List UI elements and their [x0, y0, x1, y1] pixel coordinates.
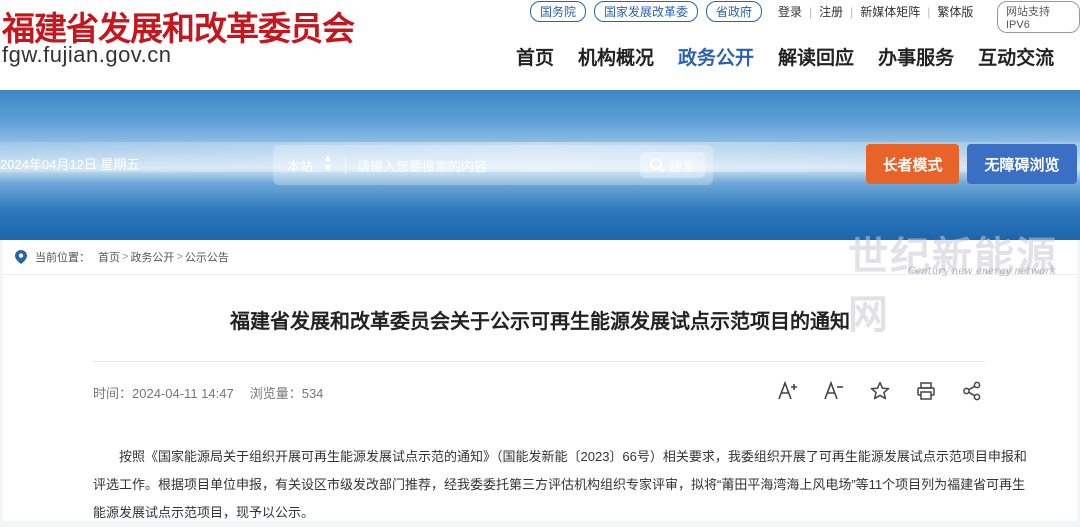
article-body: 按照《国家能源局关于组织开展可再生能源发展试点示范的通知》（国能发新能〔2023… — [93, 443, 1033, 527]
search-bar: 本站 ▲▼ 搜索 — [273, 145, 713, 185]
link-ndrc[interactable]: 国家发展改革委 — [594, 1, 699, 22]
nav-interpretation[interactable]: 解读回应 — [778, 43, 854, 70]
scope-sort-icon[interactable]: ▲ ▼ — [323, 154, 333, 174]
divider: | — [809, 4, 813, 19]
search-scope-select[interactable]: 本站 — [287, 156, 313, 175]
search-input[interactable] — [355, 153, 629, 179]
elder-mode-button[interactable]: 长者模式 — [866, 144, 959, 184]
accessible-mode-button[interactable]: 无障碍浏览 — [967, 144, 1077, 184]
breadcrumb-notices[interactable]: 公示公告 — [185, 249, 229, 265]
search-button-label: 搜索 — [669, 158, 696, 174]
article-tools — [776, 379, 984, 403]
divider: | — [927, 4, 931, 19]
title-divider — [93, 361, 985, 362]
publish-time: 时间：2024-04-11 14:47 — [93, 386, 234, 401]
external-links: 国务院 国家发展改革委 省政府 — [530, 1, 763, 22]
site-logo-url: fgw.fujian.gov.cn — [2, 42, 172, 67]
nav-services[interactable]: 办事服务 — [878, 43, 954, 70]
search-icon — [650, 158, 665, 173]
star-icon[interactable] — [868, 379, 892, 403]
location-pin-icon — [15, 250, 27, 264]
new-media-link[interactable]: 新媒体矩阵 — [860, 3, 920, 20]
nav-about[interactable]: 机构概况 — [578, 43, 654, 70]
article-paragraph: 按照《国家能源局关于组织开展可再生能源发展试点示范的通知》（国能发新能〔2023… — [93, 449, 1027, 520]
breadcrumb-separator: > — [176, 251, 183, 263]
print-icon[interactable] — [914, 379, 938, 403]
nav-home[interactable]: 首页 — [516, 43, 554, 70]
main-nav: 首页 机构概况 政务公开 解读回应 办事服务 互动交流 — [516, 43, 1054, 70]
watermark-sub: Century new energy network — [907, 266, 1056, 277]
breadcrumb-label: 当前位置： — [35, 252, 90, 264]
breadcrumb-gov-affairs[interactable]: 政务公开 — [130, 249, 174, 265]
current-date: 2024年04月12日 星期五 — [0, 157, 140, 172]
share-icon[interactable] — [960, 379, 984, 403]
watermark-logo: 世纪新能源网 Century new energy network — [848, 210, 1078, 338]
traditional-chinese-link[interactable]: 繁体版 — [937, 3, 973, 20]
login-link[interactable]: 登录 — [778, 3, 802, 20]
divider: | — [850, 4, 854, 19]
site-header: 福建省发展和改革委员会 fgw.fujian.gov.cn 国务院 国家发展改革… — [0, 0, 1080, 90]
register-link[interactable]: 注册 — [819, 3, 843, 20]
font-decrease-icon[interactable] — [822, 379, 846, 403]
ipv6-badge: 网站支持IPV6 — [997, 1, 1080, 33]
font-increase-icon[interactable] — [776, 379, 800, 403]
nav-gov-affairs[interactable]: 政务公开 — [678, 43, 754, 70]
user-links: 登录 | 注册 | 新媒体矩阵 | 繁体版 — [778, 3, 973, 20]
breadcrumb-home[interactable]: 首页 — [98, 249, 120, 265]
nav-interaction[interactable]: 互动交流 — [978, 43, 1054, 70]
divider — [345, 156, 346, 174]
link-state-council[interactable]: 国务院 — [530, 1, 587, 22]
link-provincial-gov[interactable]: 省政府 — [706, 1, 763, 22]
article-meta: 时间：2024-04-11 14:47 浏览量：534 — [93, 383, 323, 402]
breadcrumb-separator: > — [122, 251, 129, 263]
view-count: 浏览量：534 — [249, 386, 324, 401]
search-button[interactable]: 搜索 — [640, 152, 705, 178]
watermark-main: 世纪新能源网 — [848, 233, 1058, 338]
